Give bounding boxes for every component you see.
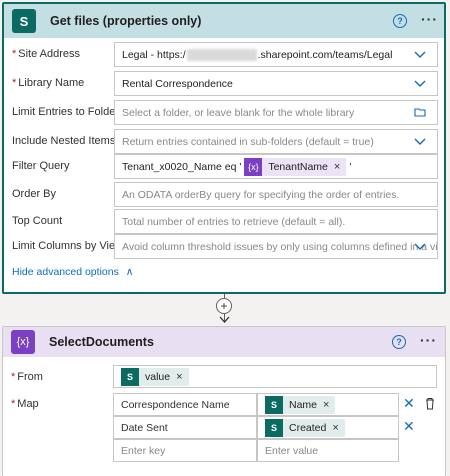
limit-folder-row: Limit Entries to Folder Select a folder,… [4,100,444,125]
top-count-label: Top Count [12,215,63,227]
help-icon[interactable]: ? [393,14,407,28]
folder-icon[interactable] [414,106,426,118]
add-step-plus-icon[interactable]: + [216,298,232,314]
map-key-input-empty[interactable]: Enter key [113,439,257,462]
chevron-up-icon: ∧ [125,266,134,278]
filter-query-row: Filter Query Tenant_x0020_Name eq ' {x} … [4,154,444,179]
sharepoint-icon: S [265,395,283,414]
map-label: * Map [11,398,39,410]
remove-token-icon[interactable]: × [323,399,329,411]
from-row: * From S value × [3,365,445,390]
tenantname-token[interactable]: {x} TenantName × [244,157,347,176]
nested-items-row: Include Nested Items Return entries cont… [4,129,444,154]
order-by-label: Order By [12,188,57,200]
map-key-input[interactable]: Correspondence Name [113,393,257,416]
map-value-input[interactable]: S Created × [257,416,399,439]
chevron-down-icon[interactable] [414,240,426,252]
value-token[interactable]: S value × [121,367,189,386]
map-key-input[interactable]: Date Sent [113,416,257,439]
limit-columns-label: Limit Columns by View [12,240,124,252]
limit-columns-row: Limit Columns by View Avoid column thres… [4,234,444,259]
limit-folder-field[interactable]: Select a folder, or leave blank for the … [114,100,438,125]
help-icon[interactable]: ? [392,335,406,349]
sharepoint-icon: S [265,418,283,437]
library-name-label: * Library Name [12,77,85,89]
sharepoint-icon: S [12,9,36,33]
arrow-down-icon [219,316,230,323]
get-files-title[interactable]: Get files (properties only) [50,14,201,28]
delete-icon[interactable] [424,397,436,410]
site-address-label: * Site Address [12,48,81,60]
remove-token-icon[interactable]: × [334,161,340,173]
name-token[interactable]: S Name × [265,395,336,414]
select-documents-title[interactable]: SelectDocuments [49,335,154,349]
remove-row-icon[interactable]: ✕ [403,395,415,412]
top-count-row: Top Count Total number of entries to ret… [4,209,444,234]
top-count-input[interactable]: Total number of entries to retrieve (def… [114,209,438,234]
select-documents-action-card: {x} SelectDocuments ? ··· * From S value … [2,326,446,476]
from-label: * From [11,371,43,383]
remove-token-icon[interactable]: × [176,371,182,383]
sharepoint-icon: S [121,367,139,386]
filter-query-label: Filter Query [12,160,70,172]
select-documents-header[interactable]: {x} SelectDocuments ? ··· [3,327,445,357]
variable-icon: {x} [244,157,263,176]
more-options-icon[interactable]: ··· [421,11,438,27]
data-operation-icon: {x} [11,330,35,354]
nested-items-dropdown[interactable]: Return entries contained in sub-folders … [114,129,438,154]
order-by-input[interactable]: An ODATA orderBy query for specifying th… [114,182,438,207]
created-token[interactable]: S Created × [265,418,345,437]
limit-folder-label: Limit Entries to Folder [12,106,119,118]
site-address-row: * Site Address Legal - https:/ .sharepoin… [4,42,444,67]
nested-items-label: Include Nested Items [12,135,116,147]
library-name-dropdown[interactable]: Rental Correspondence [114,71,438,96]
more-options-icon[interactable]: ··· [420,332,437,348]
limit-columns-dropdown[interactable]: Avoid column threshold issues by only us… [114,234,438,259]
get-files-action-card: S Get files (properties only) ? ··· * Sit… [2,2,446,294]
chevron-down-icon[interactable] [414,48,426,60]
order-by-row: Order By An ODATA orderBy query for spec… [4,182,444,207]
get-files-header[interactable]: S Get files (properties only) ? ··· [4,4,444,38]
remove-row-icon[interactable]: ✕ [403,418,415,435]
map-value-input-empty[interactable]: Enter value [257,439,399,462]
redacted-tenant [186,48,257,61]
hide-advanced-options-link[interactable]: Hide advanced options ∧ [12,266,133,278]
filter-query-input[interactable]: Tenant_x0020_Name eq ' {x} TenantName × … [114,154,438,179]
chevron-down-icon[interactable] [414,77,426,89]
chevron-down-icon[interactable] [414,135,426,147]
site-address-dropdown[interactable]: Legal - https:/ .sharepoint.com/teams/Le… [114,42,438,67]
library-name-row: * Library Name Rental Correspondence [4,71,444,96]
from-input[interactable]: S value × [113,365,437,388]
remove-token-icon[interactable]: × [332,422,338,434]
map-value-input[interactable]: S Name × [257,393,399,416]
